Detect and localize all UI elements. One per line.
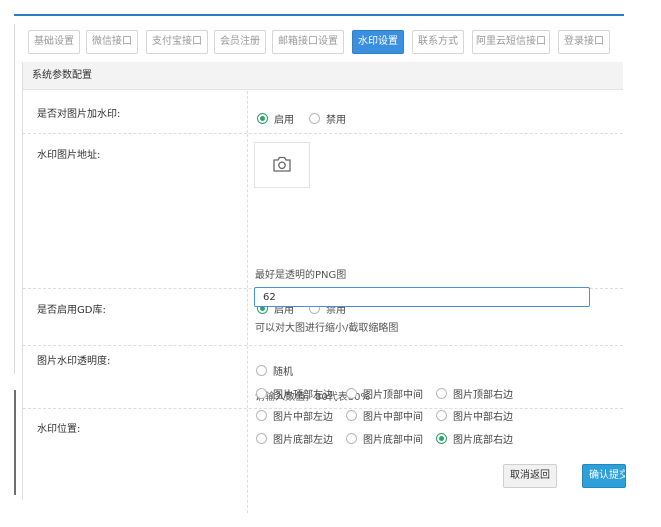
tab-alipay-api[interactable]: 支付宝接口	[146, 30, 208, 54]
radio-unchecked-icon	[346, 410, 357, 421]
radio-unchecked-icon	[346, 388, 357, 399]
position-label: 水印位置:	[37, 424, 81, 435]
position-random-radio[interactable]: 随机	[256, 363, 293, 378]
position-bottom-center-radio[interactable]: 图片底部中间	[346, 431, 423, 446]
row-divider	[247, 409, 248, 513]
radio-unchecked-icon	[256, 433, 267, 444]
camera-icon	[273, 156, 291, 172]
position-bottom-left-radio[interactable]: 图片底部左边	[256, 431, 333, 446]
gd-enable-label: 是否启用GD库:	[37, 305, 106, 316]
left-rail	[14, 24, 15, 374]
position-top-center-radio[interactable]: 图片顶部中间	[346, 386, 423, 401]
top-accent-rule	[14, 14, 624, 16]
row-watermark-position: 水印位置:	[23, 409, 623, 517]
radio-checked-icon	[257, 113, 268, 124]
watermark-enable-label: 是否对图片加水印:	[37, 109, 121, 120]
radio-unchecked-icon	[436, 388, 447, 399]
row-divider	[247, 91, 248, 133]
radio-unchecked-icon	[346, 433, 357, 444]
cancel-button[interactable]: 取消返回	[503, 464, 557, 488]
radio-unchecked-icon	[256, 410, 267, 421]
row-divider	[247, 346, 248, 408]
row-divider	[247, 134, 248, 288]
watermark-image-label: 水印图片地址:	[37, 150, 101, 161]
position-bottom-right-radio[interactable]: 图片底部右边	[436, 431, 513, 446]
opacity-label: 图片水印透明度:	[37, 356, 111, 367]
position-middle-right-radio[interactable]: 图片中部右边	[436, 408, 513, 423]
watermark-enable-off-radio[interactable]: 禁用	[309, 111, 346, 126]
row-watermark-image: 水印图片地址: 最好是透明的PNG图	[23, 134, 623, 289]
left-scroll-rail[interactable]	[14, 390, 16, 495]
watermark-image-upload[interactable]	[254, 142, 310, 188]
confirm-button[interactable]: 确认提交	[582, 464, 626, 488]
tab-email-api[interactable]: 邮箱接口设置	[272, 30, 344, 54]
radio-unchecked-icon	[256, 365, 267, 376]
watermark-enable-on-radio[interactable]: 启用	[257, 111, 294, 126]
watermark-image-hint: 最好是透明的PNG图	[255, 270, 347, 281]
position-top-right-radio[interactable]: 图片顶部右边	[436, 386, 513, 401]
position-middle-left-radio[interactable]: 图片中部左边	[256, 408, 333, 423]
tab-contact-info[interactable]: 联系方式	[412, 30, 464, 54]
tab-login-api[interactable]: 登录接口	[558, 30, 610, 54]
tab-basic-settings[interactable]: 基础设置	[28, 30, 80, 54]
radio-unchecked-icon	[436, 410, 447, 421]
tab-member-register[interactable]: 会员注册	[214, 30, 266, 54]
radio-unchecked-icon	[256, 388, 267, 399]
tab-wechat-api[interactable]: 微信接口	[86, 30, 138, 54]
position-middle-center-radio[interactable]: 图片中部中间	[346, 408, 423, 423]
row-divider	[247, 289, 248, 345]
tab-aliyun-sms-api[interactable]: 阿里云短信接口	[472, 30, 550, 54]
panel-title: 系统参数配置	[23, 62, 623, 90]
position-top-left-radio[interactable]: 图片顶部左边	[256, 386, 333, 401]
row-watermark-enable: 是否对图片加水印: 启用 禁用	[23, 91, 623, 134]
radio-checked-icon	[436, 433, 447, 444]
gd-enable-hint: 可以对大图进行缩小/截取缩略图	[255, 323, 399, 334]
opacity-input[interactable]	[254, 287, 590, 307]
tab-watermark-settings[interactable]: 水印设置	[352, 30, 404, 54]
radio-unchecked-icon	[309, 113, 320, 124]
